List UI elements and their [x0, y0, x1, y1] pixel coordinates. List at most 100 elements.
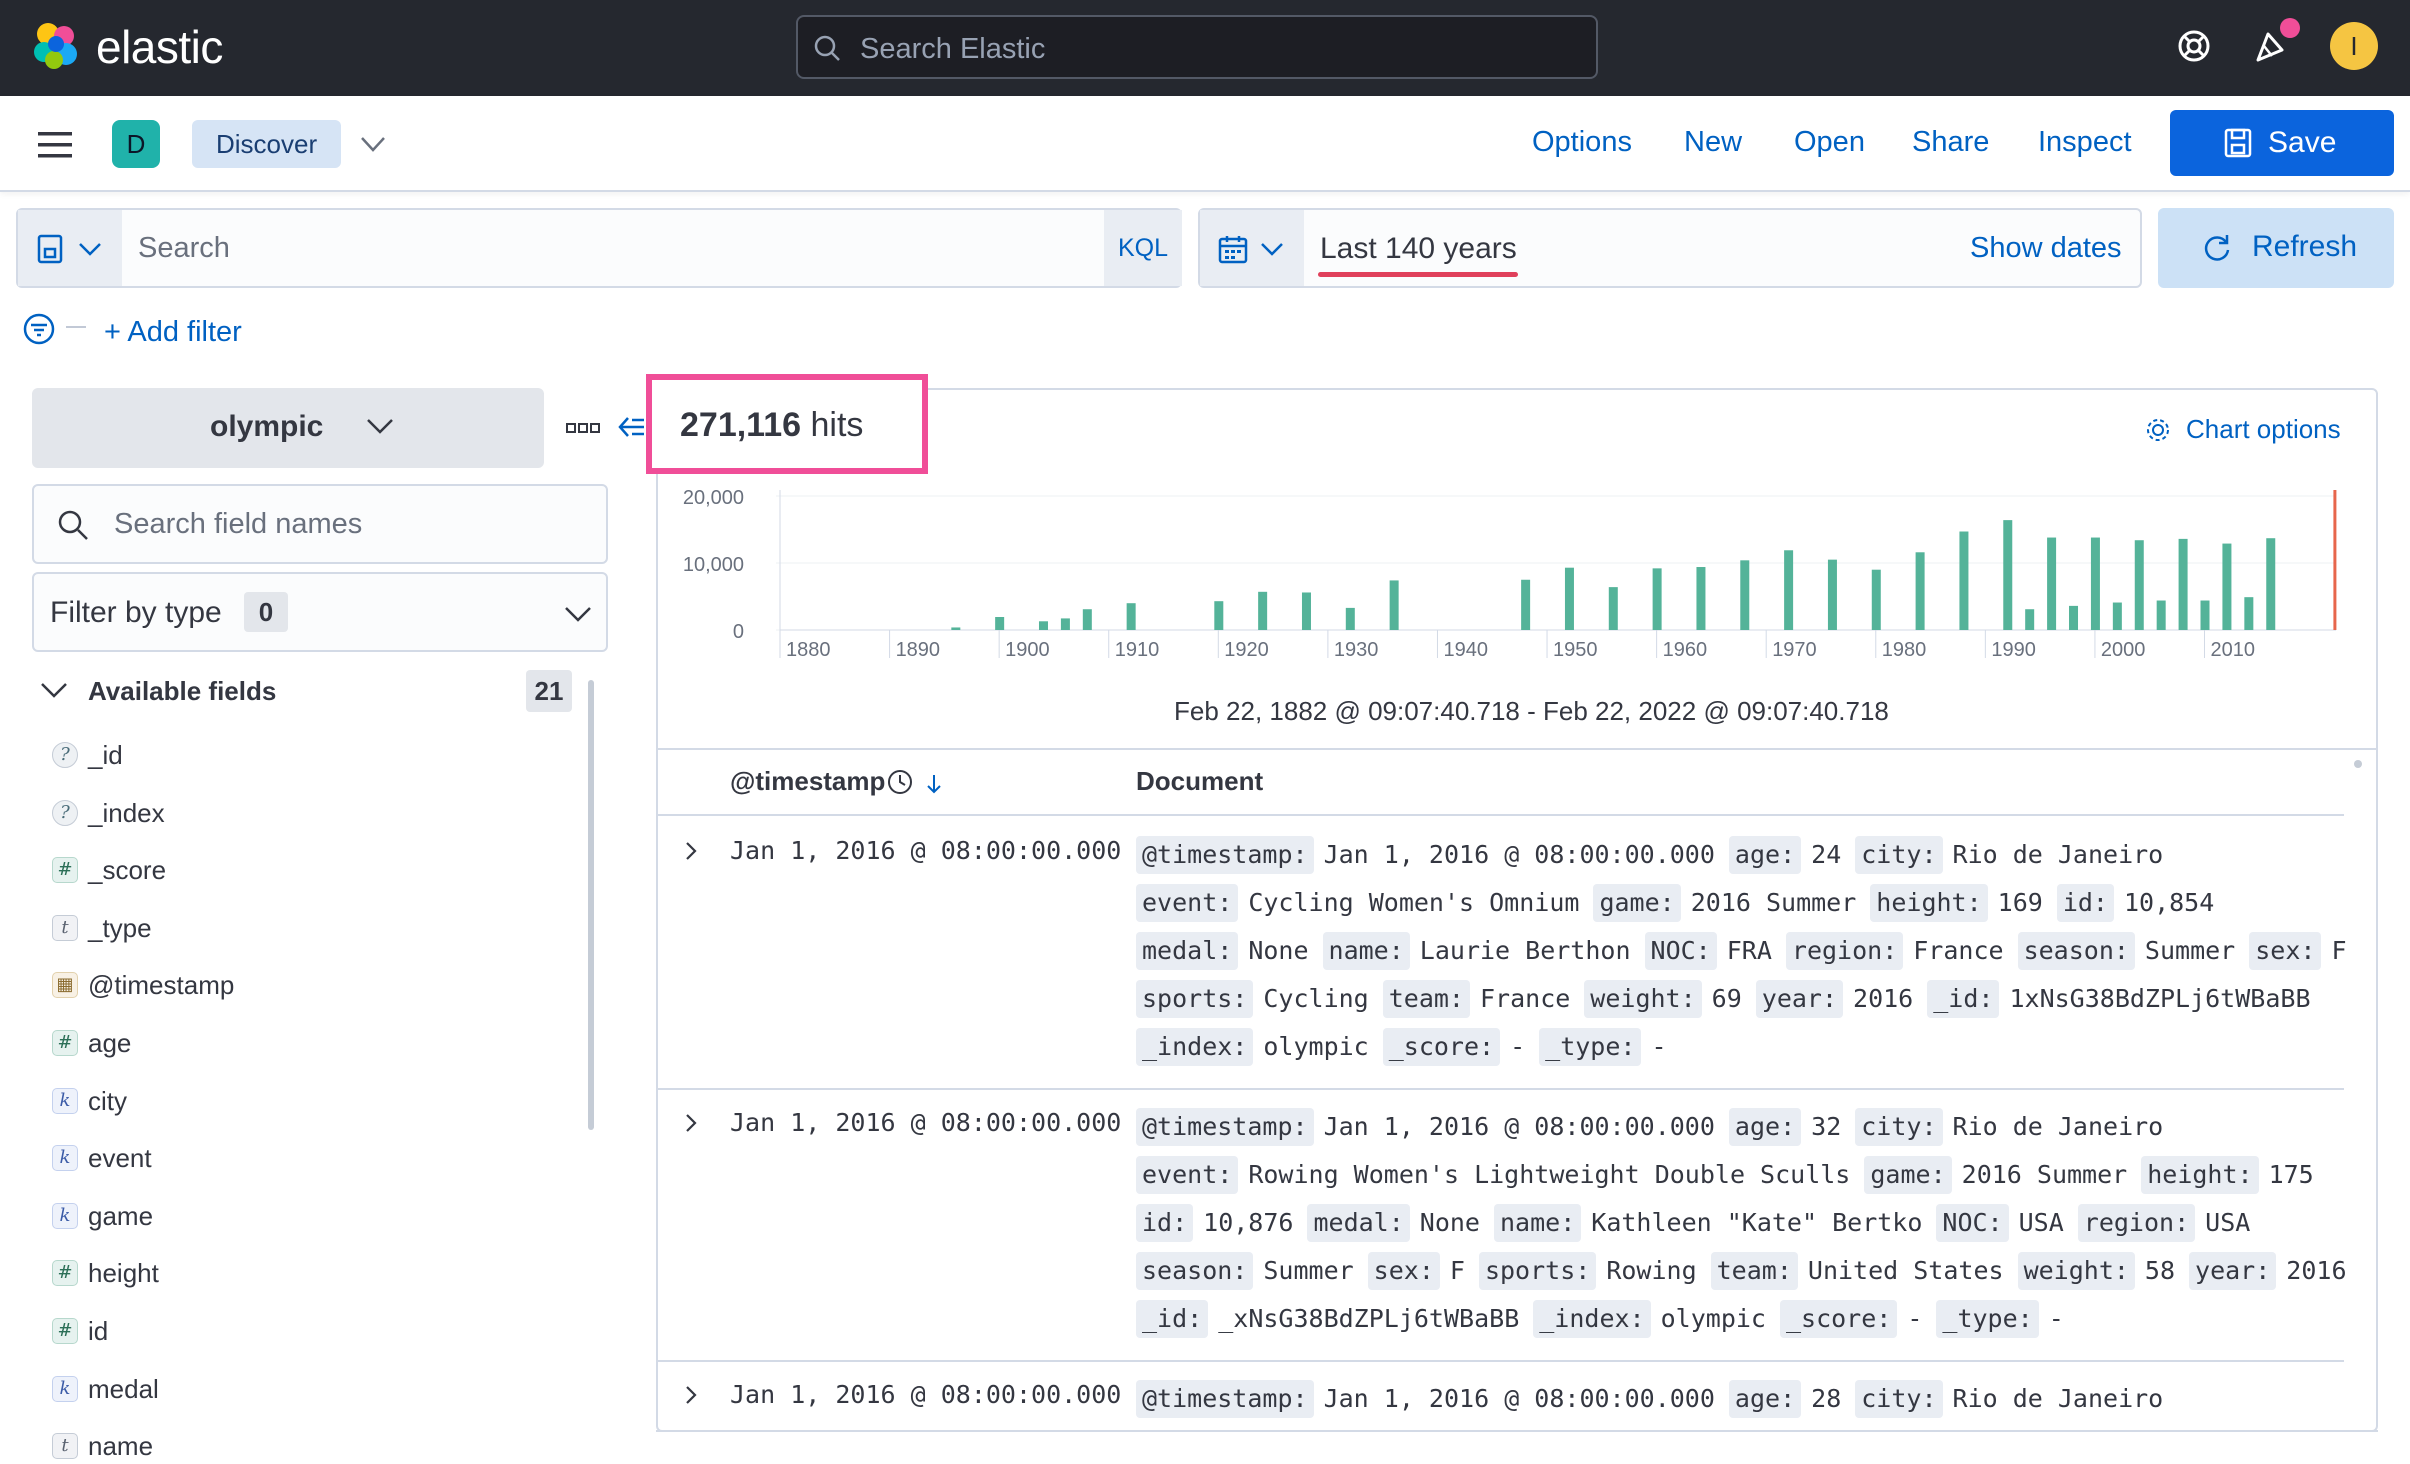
query-input[interactable]: Search [138, 232, 230, 265]
row-timestamp: Jan 1, 2016 @ 08:00:00.000 [730, 1380, 1122, 1409]
saved-query-button[interactable] [18, 210, 122, 286]
expand-row-icon[interactable] [680, 840, 702, 862]
document-field-key: age: [1728, 1380, 1802, 1418]
document-field-key: _type: [1936, 1300, 2039, 1338]
open-link[interactable]: Open [1794, 126, 1865, 159]
options-link[interactable]: Options [1532, 126, 1632, 159]
logo-wordmark[interactable]: elastic [96, 20, 223, 74]
breadcrumb-discover[interactable]: Discover [192, 120, 342, 168]
document-field-key: sex: [1367, 1252, 1440, 1290]
user-avatar[interactable]: I [2330, 22, 2378, 70]
kql-toggle-button[interactable]: KQL [1104, 210, 1182, 286]
histogram-bar [1740, 560, 1750, 630]
histogram-chart[interactable]: 20,000 10,000 0 1880 1890 1900 1910 1920 1930 194… [660, 476, 2350, 666]
show-dates-link[interactable]: Show dates [1970, 232, 2122, 265]
field-item-height[interactable]: # height [44, 1254, 584, 1294]
field-item-id[interactable]: ? _id [44, 736, 584, 776]
field-name: @timestamp [88, 970, 235, 1001]
field-item-medal[interactable]: k medal [44, 1370, 584, 1410]
document-field-key: age: [1728, 836, 1802, 874]
space-avatar[interactable]: D [112, 120, 160, 168]
document-line: season: Summer sex: Fsports: Rowing team: Unit… [1136, 1252, 2361, 1294]
document-field-value: Rio de Janeiro [1952, 840, 2164, 869]
document-field-key: region: [1785, 932, 1904, 970]
document-field-value: 2016 Summer [1961, 1160, 2128, 1189]
help-icon[interactable] [2176, 28, 2212, 64]
filter-by-type-button[interactable]: Filter by type 0 [32, 572, 608, 652]
document-field-key: region: [2077, 1204, 2196, 1242]
global-search-placeholder: Search Elastic [860, 33, 1046, 65]
histogram-bar [995, 617, 1005, 630]
gear-icon[interactable] [2144, 416, 2172, 444]
document-field-key: _index: [1136, 1028, 1254, 1066]
index-pattern-selector[interactable]: olympic [32, 388, 544, 468]
document-field-key: city: [1855, 1108, 1943, 1146]
expand-row-icon[interactable] [680, 1112, 702, 1134]
sidebar-scrollbar[interactable] [588, 680, 594, 1130]
field-item-event[interactable]: k event [44, 1139, 584, 1179]
chevron-down-icon [565, 607, 591, 622]
document-field-value: Summer [1263, 1256, 1354, 1285]
document-line: id: 10,876 medal: None name: Kathleen "Kate" … [1136, 1204, 2264, 1246]
field-item-game[interactable]: k game [44, 1197, 584, 1237]
collapse-sidebar-icon[interactable] [616, 412, 646, 442]
chevron-down-icon [1261, 243, 1283, 256]
document-field-key: city: [1855, 836, 1943, 874]
field-item-name[interactable]: t name [44, 1427, 584, 1464]
document-field-key: weight: [2017, 1252, 2135, 1290]
field-item-age[interactable]: # age [44, 1024, 584, 1064]
date-picker[interactable]: Last 140 years Show dates [1198, 208, 2142, 288]
chevron-down-icon[interactable] [358, 128, 388, 158]
filter-menu-icon[interactable] [22, 312, 56, 346]
inspect-link[interactable]: Inspect [2038, 126, 2132, 159]
document-field-value: 28 [1811, 1384, 1842, 1413]
document-field-key: weight: [1584, 980, 1702, 1018]
document-field-key: sports: [1478, 1252, 1597, 1290]
document-field-value: - [1510, 1032, 1526, 1061]
document-field-value: Rowing [1606, 1256, 1697, 1285]
document-field-key: name: [1322, 932, 1410, 970]
query-bar[interactable]: Search KQL [16, 208, 1182, 288]
document-field-key: year: [1755, 980, 1844, 1018]
field-item-index[interactable]: ? _index [44, 794, 584, 834]
global-search-input[interactable]: Search Elastic [796, 15, 1598, 79]
available-fields-heading[interactable]: Available fields [88, 676, 276, 707]
elastic-logo-icon[interactable] [30, 20, 82, 72]
document-field-value: 169 [1997, 888, 2043, 917]
add-filter-button[interactable]: + Add filter [104, 316, 242, 349]
quick-menu-button[interactable] [1200, 210, 1304, 286]
field-type-icon: k [52, 1145, 78, 1172]
refresh-button[interactable]: Refresh [2158, 208, 2394, 288]
menu-icon[interactable] [36, 130, 74, 160]
document-field-key: medal: [1136, 932, 1239, 970]
share-link[interactable]: Share [1912, 126, 1989, 159]
document-field-value: 32 [1811, 1112, 1842, 1141]
x-tick-label: 1940 [1443, 639, 1488, 661]
field-item-score[interactable]: # _score [44, 851, 584, 891]
date-range-label[interactable]: Last 140 years [1320, 232, 1517, 266]
histogram-bar [2134, 540, 2144, 630]
chart-options-button[interactable]: Chart options [2186, 414, 2341, 445]
field-item-id[interactable]: # id [44, 1312, 584, 1352]
document-field-value: 10,854 [2123, 888, 2215, 917]
column-header-timestamp[interactable]: @timestamp [730, 766, 885, 797]
histogram-bar [1082, 609, 1092, 630]
more-options-icon[interactable] [566, 418, 600, 438]
expand-row-icon[interactable] [680, 1384, 702, 1406]
document-field-value: 175 [2268, 1160, 2314, 1189]
field-item-city[interactable]: k city [44, 1082, 584, 1122]
field-search-input[interactable]: Search field names [32, 484, 608, 564]
field-item-type[interactable]: t _type [44, 909, 584, 949]
new-link[interactable]: New [1684, 126, 1742, 159]
x-tick-label: 1910 [1115, 639, 1160, 661]
save-button[interactable]: Save [2170, 110, 2394, 176]
sort-descending-icon[interactable] [922, 772, 946, 796]
document-field-key: _index: [1533, 1300, 1651, 1338]
column-header-document: Document [1136, 766, 1264, 796]
histogram-bar [2003, 520, 2013, 630]
field-item-timestamp[interactable]: ▦ @timestamp [44, 966, 584, 1006]
table-scrollbar[interactable] [2354, 760, 2362, 768]
chevron-down-icon[interactable] [40, 680, 68, 700]
document-field-value: F [1449, 1256, 1465, 1285]
hits-highlight-box: 271,116 hits [646, 374, 928, 474]
